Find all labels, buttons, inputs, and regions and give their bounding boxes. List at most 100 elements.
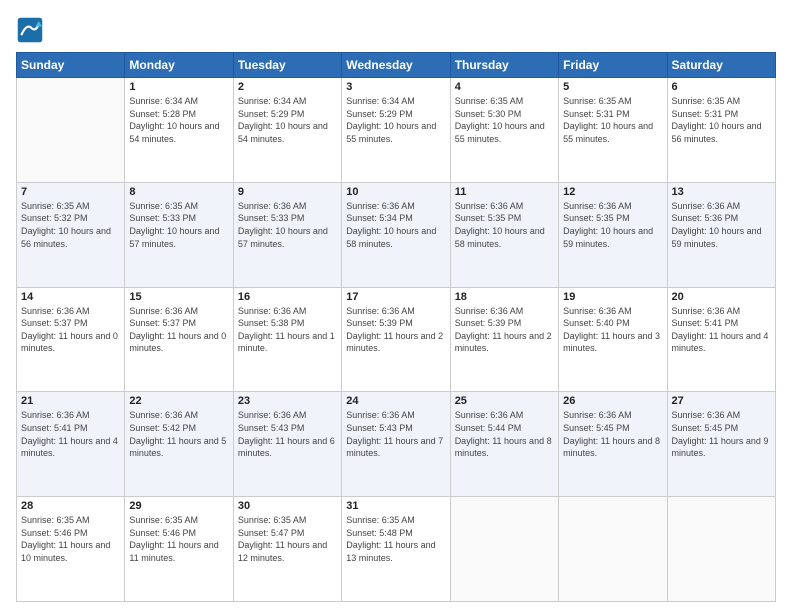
calendar-cell: 9 Sunrise: 6:36 AMSunset: 5:33 PMDaylight… [233, 182, 341, 287]
calendar-week-row: 14 Sunrise: 6:36 AMSunset: 5:37 PMDayligh… [17, 287, 776, 392]
day-info: Sunrise: 6:36 AMSunset: 5:39 PMDaylight:… [346, 305, 445, 355]
day-info: Sunrise: 6:36 AMSunset: 5:43 PMDaylight:… [238, 409, 337, 459]
day-info: Sunrise: 6:36 AMSunset: 5:37 PMDaylight:… [21, 305, 120, 355]
day-info: Sunrise: 6:36 AMSunset: 5:37 PMDaylight:… [129, 305, 228, 355]
calendar-cell: 2Sunrise: 6:34 AMSunset: 5:29 PMDaylight… [233, 78, 341, 183]
calendar-cell: 19 Sunrise: 6:36 AMSunset: 5:40 PMDayligh… [559, 287, 667, 392]
day-info: Sunrise: 6:35 AMSunset: 5:31 PMDaylight:… [672, 95, 771, 145]
calendar-weekday-thursday: Thursday [450, 53, 558, 78]
day-number: 11 [455, 186, 554, 198]
day-number: 19 [563, 291, 662, 303]
day-number: 31 [346, 500, 445, 512]
day-info: Sunrise: 6:36 AMSunset: 5:41 PMDaylight:… [672, 305, 771, 355]
day-number: 27 [672, 395, 771, 407]
day-info: Sunrise: 6:36 AMSunset: 5:35 PMDaylight:… [455, 200, 554, 250]
day-info: Sunrise: 6:35 AMSunset: 5:46 PMDaylight:… [21, 514, 120, 564]
logo [16, 16, 48, 44]
logo-icon [16, 16, 44, 44]
day-number: 29 [129, 500, 228, 512]
calendar-cell: 22 Sunrise: 6:36 AMSunset: 5:42 PMDayligh… [125, 392, 233, 497]
day-info: Sunrise: 6:35 AMSunset: 5:47 PMDaylight:… [238, 514, 337, 564]
calendar-weekday-saturday: Saturday [667, 53, 775, 78]
day-info: Sunrise: 6:36 AMSunset: 5:34 PMDaylight:… [346, 200, 445, 250]
day-number: 1 [129, 81, 228, 93]
day-number: 22 [129, 395, 228, 407]
calendar-cell: 11 Sunrise: 6:36 AMSunset: 5:35 PMDayligh… [450, 182, 558, 287]
day-info: Sunrise: 6:36 AMSunset: 5:44 PMDaylight:… [455, 409, 554, 459]
day-info: Sunrise: 6:35 AMSunset: 5:48 PMDaylight:… [346, 514, 445, 564]
calendar-cell: 23 Sunrise: 6:36 AMSunset: 5:43 PMDayligh… [233, 392, 341, 497]
day-number: 24 [346, 395, 445, 407]
calendar-cell: 21Sunrise: 6:36 AMSunset: 5:41 PMDayligh… [17, 392, 125, 497]
day-number: 2 [238, 81, 337, 93]
day-number: 10 [346, 186, 445, 198]
day-info: Sunrise: 6:36 AMSunset: 5:42 PMDaylight:… [129, 409, 228, 459]
day-info: Sunrise: 6:36 AMSunset: 5:38 PMDaylight:… [238, 305, 337, 355]
calendar-cell: 26 Sunrise: 6:36 AMSunset: 5:45 PMDayligh… [559, 392, 667, 497]
calendar-cell: 13 Sunrise: 6:36 AMSunset: 5:36 PMDayligh… [667, 182, 775, 287]
day-info: Sunrise: 6:35 AMSunset: 5:46 PMDaylight:… [129, 514, 228, 564]
day-info: Sunrise: 6:36 AMSunset: 5:45 PMDaylight:… [672, 409, 771, 459]
day-info: Sunrise: 6:36 AMSunset: 5:45 PMDaylight:… [563, 409, 662, 459]
calendar-cell: 30 Sunrise: 6:35 AMSunset: 5:47 PMDayligh… [233, 497, 341, 602]
day-info: Sunrise: 6:36 AMSunset: 5:40 PMDaylight:… [563, 305, 662, 355]
calendar-week-row: 7 Sunrise: 6:35 AMSunset: 5:32 PMDaylight… [17, 182, 776, 287]
day-number: 30 [238, 500, 337, 512]
calendar-week-row: 1 Sunrise: 6:34 AMSunset: 5:28 PMDaylight… [17, 78, 776, 183]
day-number: 15 [129, 291, 228, 303]
day-info: Sunrise: 6:35 AMSunset: 5:32 PMDaylight:… [21, 200, 120, 250]
day-info: Sunrise: 6:35 AMSunset: 5:30 PMDaylight:… [455, 95, 554, 145]
day-number: 26 [563, 395, 662, 407]
day-number: 23 [238, 395, 337, 407]
day-number: 6 [672, 81, 771, 93]
calendar-cell: 6 Sunrise: 6:35 AMSunset: 5:31 PMDaylight… [667, 78, 775, 183]
day-info: Sunrise: 6:34 AMSunset: 5:29 PMDaylight:… [346, 95, 445, 145]
calendar-cell [450, 497, 558, 602]
calendar-cell: 17 Sunrise: 6:36 AMSunset: 5:39 PMDayligh… [342, 287, 450, 392]
day-info: Sunrise: 6:35 AMSunset: 5:31 PMDaylight:… [563, 95, 662, 145]
calendar-cell: 1 Sunrise: 6:34 AMSunset: 5:28 PMDaylight… [125, 78, 233, 183]
calendar-cell [17, 78, 125, 183]
day-info: Sunrise: 6:36 AMSunset: 5:35 PMDaylight:… [563, 200, 662, 250]
header [16, 16, 776, 44]
calendar-cell: 7 Sunrise: 6:35 AMSunset: 5:32 PMDaylight… [17, 182, 125, 287]
calendar-cell [559, 497, 667, 602]
calendar-weekday-sunday: Sunday [17, 53, 125, 78]
calendar-week-row: 21Sunrise: 6:36 AMSunset: 5:41 PMDayligh… [17, 392, 776, 497]
day-number: 9 [238, 186, 337, 198]
day-number: 7 [21, 186, 120, 198]
calendar-cell: 4 Sunrise: 6:35 AMSunset: 5:30 PMDaylight… [450, 78, 558, 183]
calendar-cell: 5Sunrise: 6:35 AMSunset: 5:31 PMDaylight… [559, 78, 667, 183]
calendar-week-row: 28 Sunrise: 6:35 AMSunset: 5:46 PMDayligh… [17, 497, 776, 602]
day-info: Sunrise: 6:36 AMSunset: 5:33 PMDaylight:… [238, 200, 337, 250]
day-info: Sunrise: 6:35 AMSunset: 5:33 PMDaylight:… [129, 200, 228, 250]
calendar-cell: 27 Sunrise: 6:36 AMSunset: 5:45 PMDayligh… [667, 392, 775, 497]
day-number: 4 [455, 81, 554, 93]
calendar-header-row: SundayMondayTuesdayWednesdayThursdayFrid… [17, 53, 776, 78]
calendar-cell: 31 Sunrise: 6:35 AMSunset: 5:48 PMDayligh… [342, 497, 450, 602]
day-number: 20 [672, 291, 771, 303]
day-info: Sunrise: 6:36 AMSunset: 5:39 PMDaylight:… [455, 305, 554, 355]
calendar-cell: 29 Sunrise: 6:35 AMSunset: 5:46 PMDayligh… [125, 497, 233, 602]
calendar-weekday-tuesday: Tuesday [233, 53, 341, 78]
day-number: 16 [238, 291, 337, 303]
day-number: 13 [672, 186, 771, 198]
day-number: 17 [346, 291, 445, 303]
calendar-cell: 18 Sunrise: 6:36 AMSunset: 5:39 PMDayligh… [450, 287, 558, 392]
day-number: 21 [21, 395, 120, 407]
day-info: Sunrise: 6:34 AMSunset: 5:28 PMDaylight:… [129, 95, 228, 145]
calendar-cell: 10 Sunrise: 6:36 AMSunset: 5:34 PMDayligh… [342, 182, 450, 287]
calendar-weekday-wednesday: Wednesday [342, 53, 450, 78]
day-info: Sunrise: 6:36 AMSunset: 5:43 PMDaylight:… [346, 409, 445, 459]
day-number: 14 [21, 291, 120, 303]
day-number: 3 [346, 81, 445, 93]
day-number: 12 [563, 186, 662, 198]
calendar-cell: 3 Sunrise: 6:34 AMSunset: 5:29 PMDaylight… [342, 78, 450, 183]
calendar-cell: 20 Sunrise: 6:36 AMSunset: 5:41 PMDayligh… [667, 287, 775, 392]
day-number: 28 [21, 500, 120, 512]
calendar-cell: 28 Sunrise: 6:35 AMSunset: 5:46 PMDayligh… [17, 497, 125, 602]
day-number: 18 [455, 291, 554, 303]
day-number: 25 [455, 395, 554, 407]
calendar-cell: 14 Sunrise: 6:36 AMSunset: 5:37 PMDayligh… [17, 287, 125, 392]
day-info: Sunrise: 6:36 AMSunset: 5:36 PMDaylight:… [672, 200, 771, 250]
